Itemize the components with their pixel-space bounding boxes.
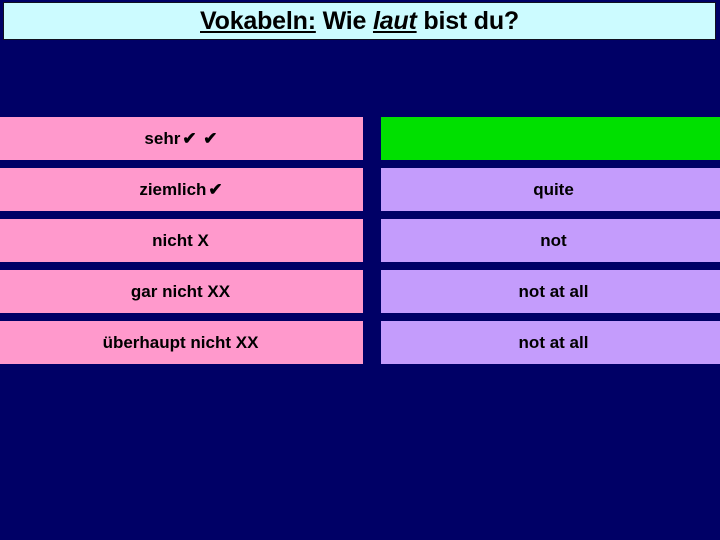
german-term-cell: ziemlich ✔: [0, 168, 363, 211]
slide-title-bar: Vokabeln: Wie laut bist du?: [3, 2, 716, 40]
table-row: sehr ✔ ✔: [0, 117, 720, 160]
english-term-label: not at all: [518, 332, 589, 352]
german-term-label: gar nicht XX: [130, 281, 231, 301]
english-term-label: not at all: [518, 281, 589, 301]
german-term-cell: nicht X: [0, 219, 363, 262]
english-term-cell: not: [381, 219, 720, 262]
table-row: gar nicht XX not at all: [0, 270, 720, 313]
english-term-cell: quite: [381, 168, 720, 211]
table-row: ziemlich ✔ quite: [0, 168, 720, 211]
table-row: überhaupt nicht XX not at all: [0, 321, 720, 364]
english-term-cell: not at all: [381, 321, 720, 364]
checkmark-icon: ✔ ✔: [182, 128, 219, 148]
table-row: nicht X not: [0, 219, 720, 262]
page-title: Vokabeln: Wie laut bist du?: [200, 6, 519, 35]
german-term-label: überhaupt nicht XX: [102, 332, 259, 352]
vocabulary-table: sehr ✔ ✔ ziemlich ✔ quite nicht X not ga…: [0, 117, 720, 372]
title-part-laut: laut: [372, 6, 417, 35]
german-term-cell: gar nicht XX: [0, 270, 363, 313]
german-term-label: nicht X: [152, 230, 209, 250]
slide-canvas: Vokabeln: Wie laut bist du? sehr ✔ ✔ zie…: [0, 0, 720, 540]
english-term-cell-highlighted: [381, 117, 720, 160]
checkmark-icon: ✔: [208, 179, 224, 199]
title-part-wie: Wie: [322, 6, 367, 35]
english-term-label: quite: [533, 179, 574, 199]
title-part-vokabeln: Vokabeln:: [200, 6, 316, 35]
german-term-cell: überhaupt nicht XX: [0, 321, 363, 364]
german-term-label: sehr: [144, 128, 181, 148]
english-term-label: not: [540, 230, 567, 250]
german-term-cell: sehr ✔ ✔: [0, 117, 363, 160]
german-term-label: ziemlich: [139, 179, 207, 199]
english-term-cell: not at all: [381, 270, 720, 313]
title-part-bistdu: bist du?: [423, 6, 519, 35]
